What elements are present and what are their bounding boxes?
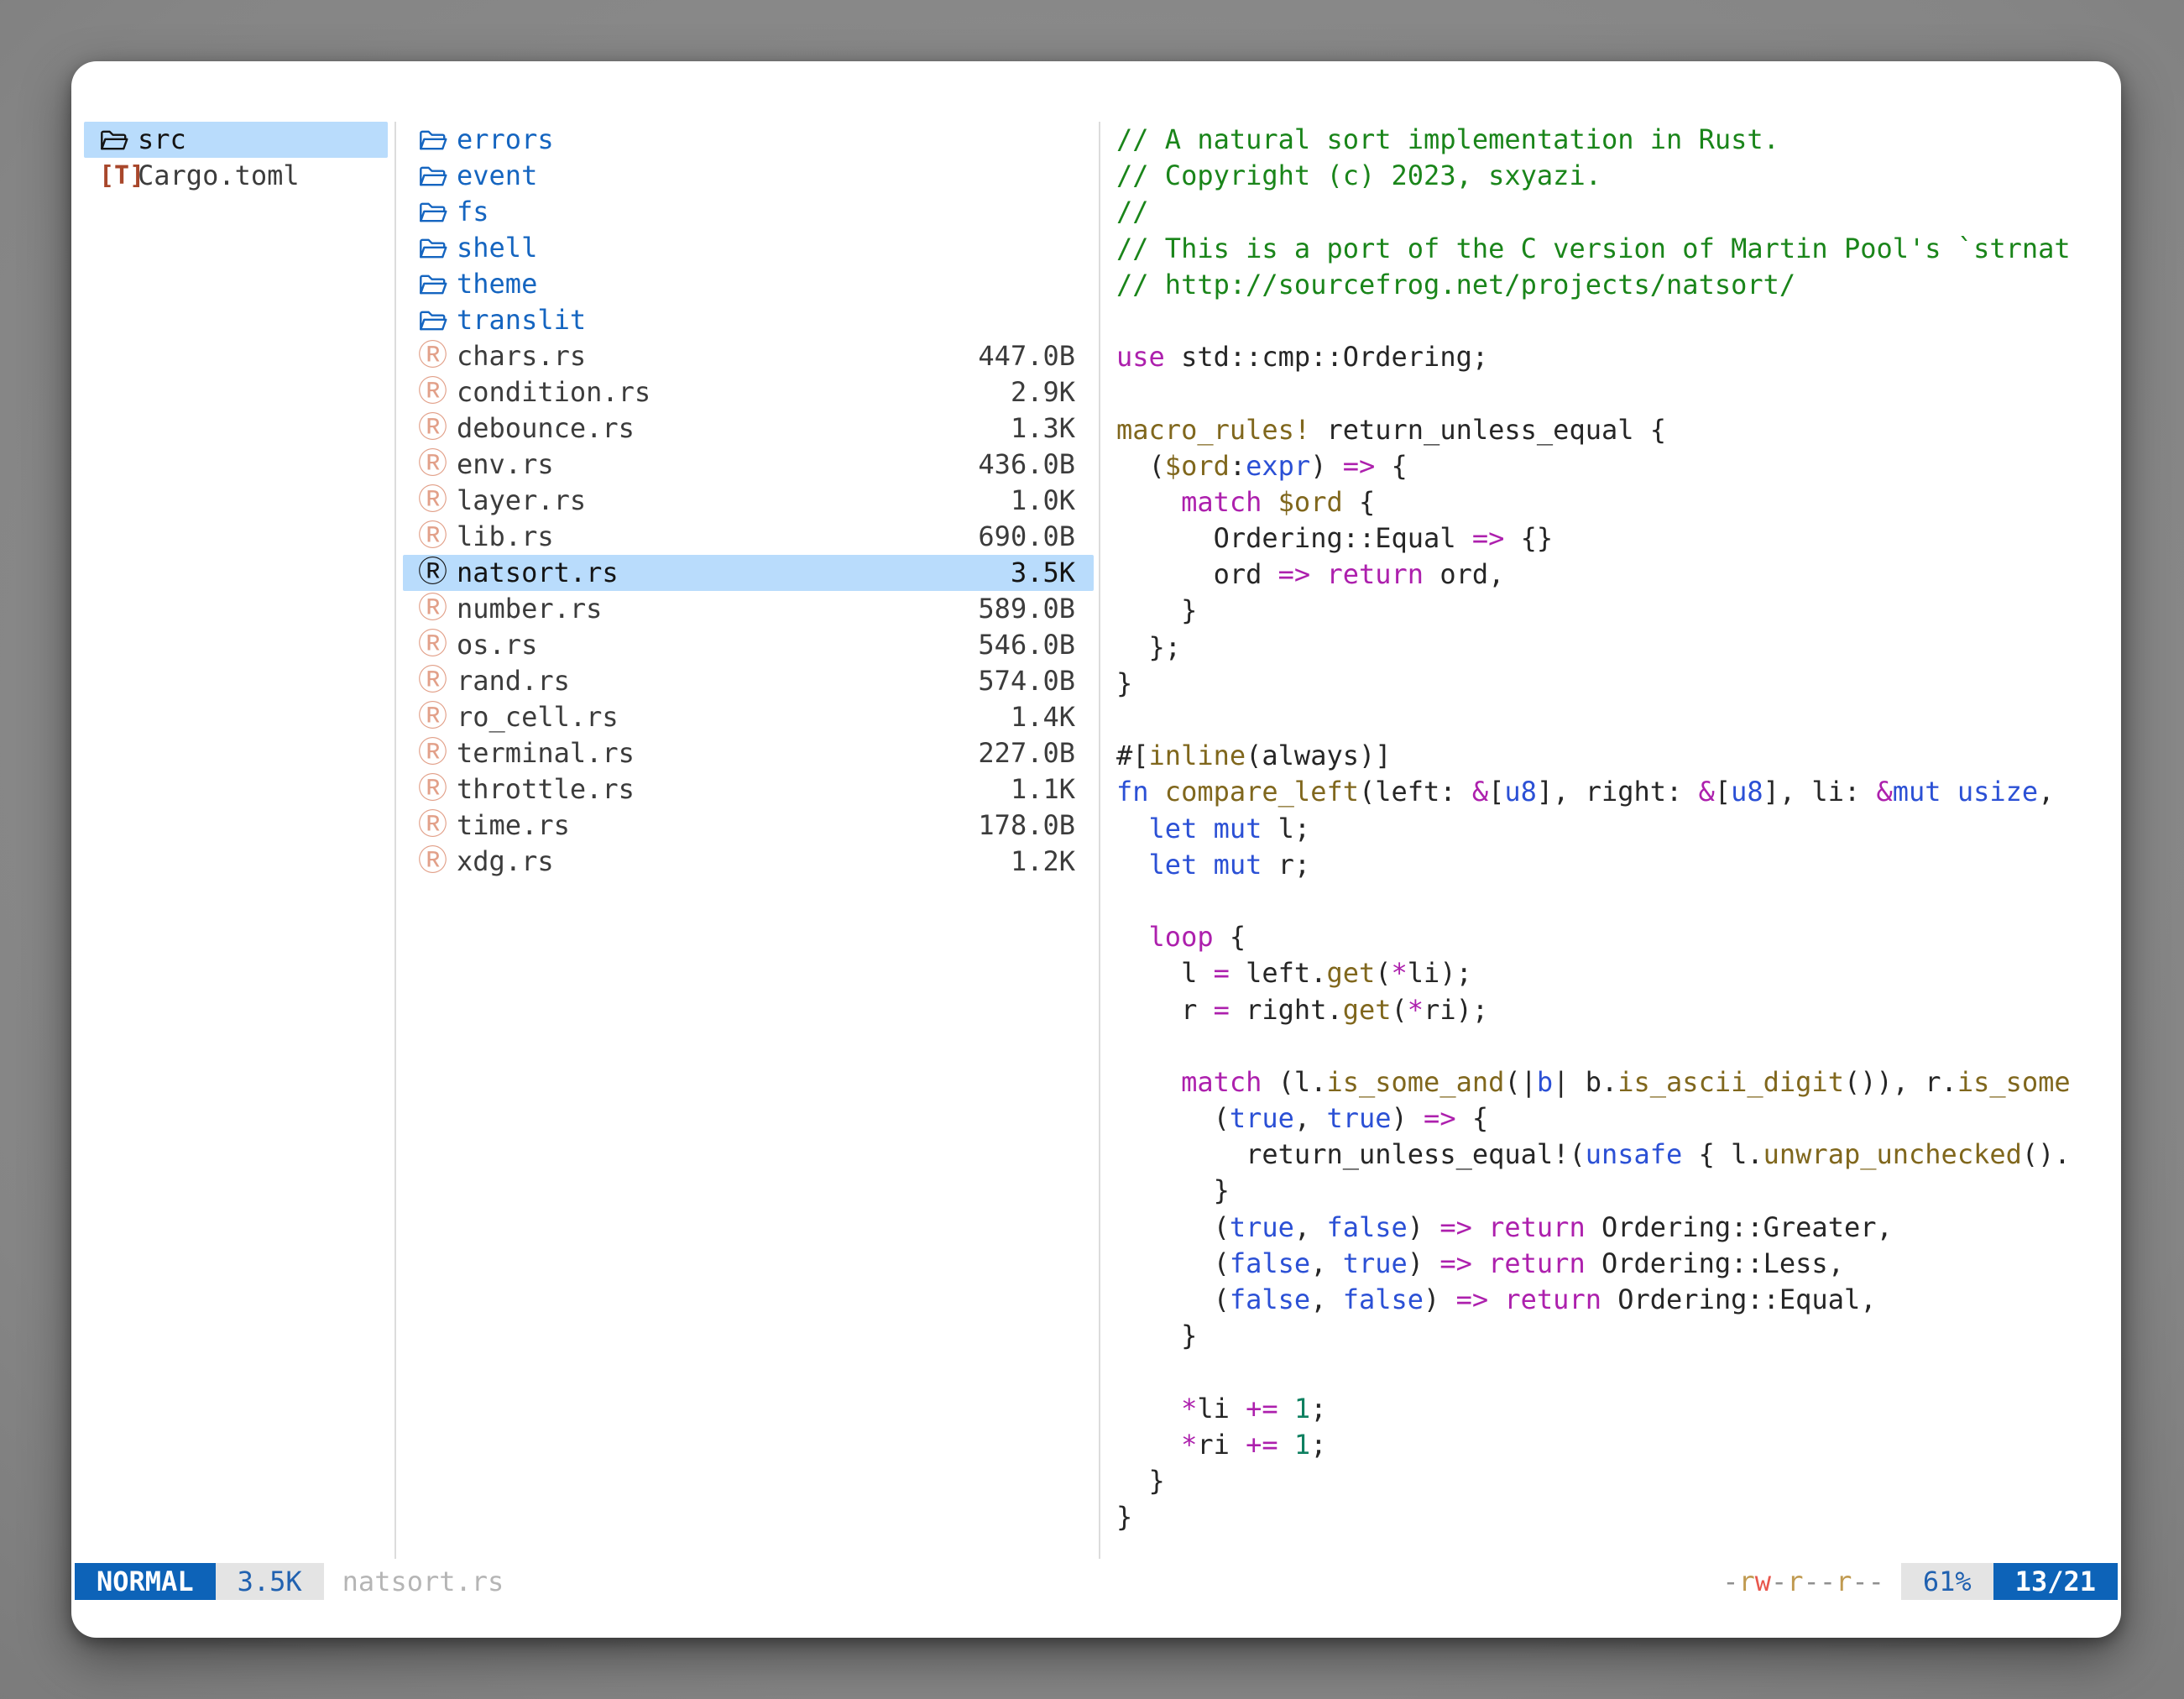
file-row[interactable]: Ⓡ [T] number.rs 589.0B [403,591,1094,627]
file-row[interactable]: Ⓡ [T] env.rs 436.0B [403,447,1094,483]
mode-badge: NORMAL [75,1563,216,1600]
entry-name: throttle.rs [457,771,635,808]
pane-divider [394,122,396,1559]
rust-file-icon: Ⓡ [418,519,447,555]
rust-file-icon: Ⓡ [418,591,447,627]
entry-name: translit [457,302,586,338]
entry-size: 574.0B [978,663,1075,699]
entry-name: xdg.rs [457,844,554,880]
status-bar: NORMAL 3.5K natsort.rs -rw-r--r-- 61% 13… [75,1563,2118,1600]
rust-file-icon: Ⓡ [418,663,447,699]
file-row[interactable]: Ⓡ [T] time.rs 178.0B [403,808,1094,844]
file-row[interactable]: Ⓡ [T] terminal.rs 227.0B [403,735,1094,771]
file-row[interactable]: Ⓡ [T] natsort.rs 3.5K [403,555,1094,591]
parent-dir-row[interactable]: Ⓡ [T] Cargo.toml [84,158,388,194]
entry-name: layer.rs [457,483,586,519]
entry-name: lib.rs [457,519,554,555]
entry-name: chars.rs [457,338,586,374]
entry-size: 1.3K [1011,410,1075,447]
file-row[interactable]: Ⓡ [T] rand.rs 574.0B [403,663,1094,699]
file-row[interactable]: Ⓡ [T] xdg.rs 1.2K [403,844,1094,880]
rust-file-icon: Ⓡ [418,338,447,374]
file-row[interactable]: Ⓡ [T] debounce.rs 1.3K [403,410,1094,447]
rust-file-icon: Ⓡ [418,735,447,771]
entry-name: ro_cell.rs [457,699,619,735]
file-row[interactable]: Ⓡ [T] condition.rs 2.9K [403,374,1094,410]
file-row[interactable]: Ⓡ [T] os.rs 546.0B [403,627,1094,663]
file-size-badge: 3.5K [216,1563,324,1600]
file-row[interactable]: Ⓡ [T] throttle.rs 1.1K [403,771,1094,808]
rust-file-icon: Ⓡ [418,374,447,410]
entry-name: debounce.rs [457,410,635,447]
rust-file-icon: Ⓡ [418,627,447,663]
entry-size: 227.0B [978,735,1075,771]
entry-name: Cargo.toml [138,158,300,194]
rust-file-icon: Ⓡ [418,410,447,447]
entry-size: 546.0B [978,627,1075,663]
rust-file-icon: Ⓡ [418,555,447,591]
entry-size: 690.0B [978,519,1075,555]
entry-name: number.rs [457,591,602,627]
rust-file-icon: Ⓡ [418,699,447,735]
rust-file-icon: Ⓡ [418,844,447,880]
entry-size: 2.9K [1011,374,1075,410]
entry-size: 1.2K [1011,844,1075,880]
entry-size: 589.0B [978,591,1075,627]
parent-dir-row[interactable]: Ⓡ [T] src [84,122,388,158]
scroll-percent-badge: 61% [1901,1563,1993,1600]
code-preview-pane[interactable]: // A natural sort implementation in Rust… [1116,122,2116,1559]
yazi-file-manager-window: Ⓡ [T] src Ⓡ [T] Cargo.toml [71,61,2121,1638]
entry-size: 447.0B [978,338,1075,374]
entry-size: 1.4K [1011,699,1075,735]
entry-name: os.rs [457,627,537,663]
entry-size: 3.5K [1011,555,1075,591]
file-row[interactable]: Ⓡ [T] chars.rs 447.0B [403,338,1094,374]
entry-size: 1.0K [1011,483,1075,519]
status-filename: natsort.rs [342,1563,504,1600]
pane-divider [1099,122,1100,1559]
entry-name: src [138,122,186,158]
file-row[interactable]: Ⓡ [T] translit [403,302,1094,338]
rust-file-icon: Ⓡ [418,808,447,844]
rust-file-icon: Ⓡ [418,771,447,808]
file-permissions: -rw-r--r-- [1722,1563,1884,1600]
entry-name: natsort.rs [457,555,619,591]
file-row[interactable]: Ⓡ [T] ro_cell.rs 1.4K [403,699,1094,735]
file-row[interactable]: Ⓡ [T] lib.rs 690.0B [403,519,1094,555]
parent-pane: Ⓡ [T] src Ⓡ [T] Cargo.toml [84,122,388,194]
entry-name: env.rs [457,447,554,483]
folder-icon [99,61,293,226]
entry-name: terminal.rs [457,735,635,771]
entry-name: rand.rs [457,663,570,699]
current-pane: Ⓡ [T] errors Ⓡ [T] ev [403,122,1094,880]
entry-size: 178.0B [978,808,1075,844]
cursor-position-badge: 13/21 [1993,1563,2118,1600]
entry-size: 436.0B [978,447,1075,483]
entry-size: 1.1K [1011,771,1075,808]
entry-name: time.rs [457,808,570,844]
rust-file-icon: Ⓡ [418,483,447,519]
file-row[interactable]: Ⓡ [T] layer.rs 1.0K [403,483,1094,519]
entry-name: condition.rs [457,374,650,410]
rust-file-icon: Ⓡ [418,447,447,483]
